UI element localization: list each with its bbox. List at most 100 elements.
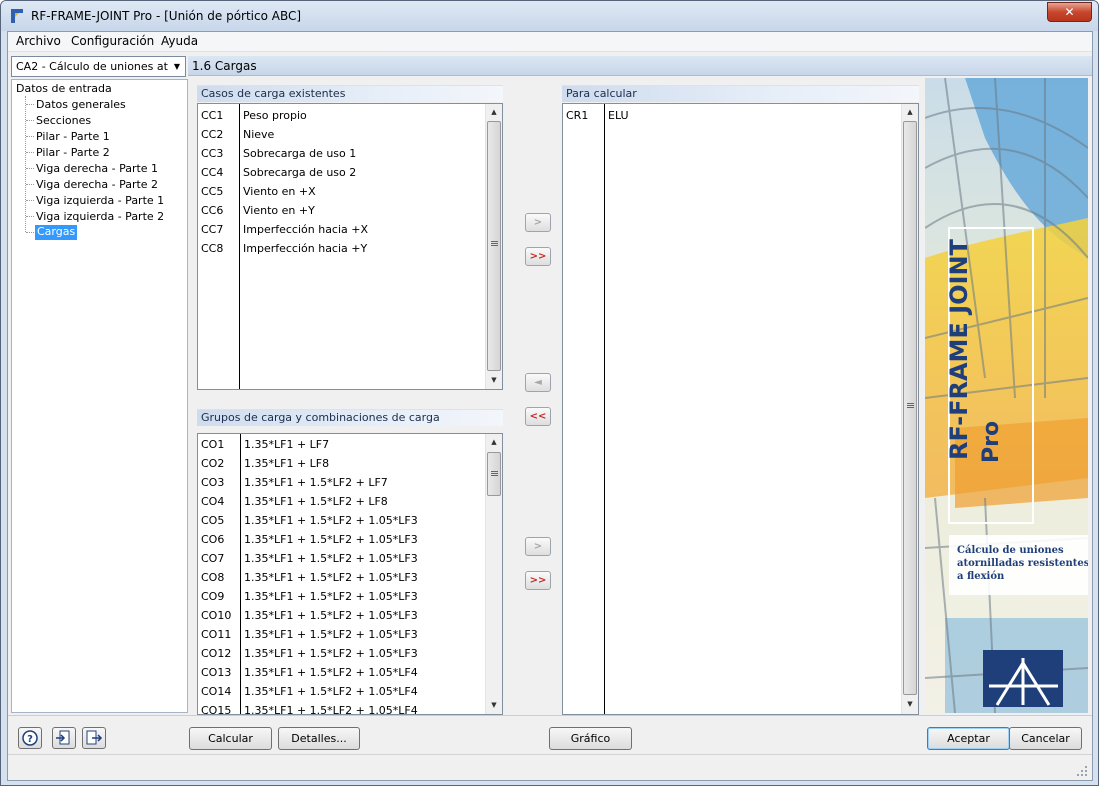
section-title: 1.6 Cargas xyxy=(192,59,257,73)
tree-item-viga-izquierda-parte-1[interactable]: Viga izquierda - Parte 1 xyxy=(36,194,164,207)
tree-item-secciones[interactable]: Secciones xyxy=(36,114,91,127)
product-banner-image: RF-FRAME JOINT Pro Cálculo de uniones at… xyxy=(925,78,1088,713)
cancelar-button[interactable]: Cancelar xyxy=(1009,727,1082,750)
export-button[interactable] xyxy=(82,727,106,749)
aceptar-button[interactable]: Aceptar xyxy=(927,727,1010,750)
vertical-scrollbar[interactable]: ▲ ▼ xyxy=(901,104,918,714)
tree-connector xyxy=(26,184,34,185)
list-item[interactable]: CO5 1.35*LF1 + 1.5*LF2 + 1.05*LF3 xyxy=(198,511,486,530)
product-caption: Cálculo de uniones atornilladas resisten… xyxy=(957,544,1088,583)
scroll-thumb[interactable] xyxy=(487,452,501,496)
menu-bar: Archivo Configuración Ayuda xyxy=(8,32,1092,52)
tree-connector xyxy=(26,120,34,121)
help-button[interactable]: ? xyxy=(18,727,42,749)
add-all-button[interactable]: >> xyxy=(525,247,551,266)
list-item[interactable]: CC4 Sobrecarga de uso 2 xyxy=(198,163,486,182)
caption-line-3: a flexión xyxy=(957,571,1005,582)
export-icon xyxy=(86,730,103,745)
scroll-down-icon[interactable]: ▼ xyxy=(486,372,502,389)
remove-selected-button[interactable]: ◄ xyxy=(525,373,551,392)
scroll-down-icon[interactable]: ▼ xyxy=(902,696,918,713)
list-item[interactable]: CC8 Imperfección hacia +Y xyxy=(198,239,486,258)
to-calculate-list[interactable]: CR1 ELU ▲ ▼ xyxy=(562,103,919,715)
list-item[interactable]: CO14 1.35*LF1 + 1.5*LF2 + 1.05*LF4 xyxy=(198,682,486,701)
list-item[interactable]: CO15 1.35*LF1 + 1.5*LF2 + 1.05*LF4 xyxy=(198,701,486,714)
scroll-thumb[interactable] xyxy=(487,121,501,371)
section-header: 1.6 Cargas xyxy=(188,56,1092,76)
existing-cases-title: Casos de carga existentes xyxy=(201,87,346,100)
title-bar[interactable]: RF-FRAME-JOINT Pro - [Unión de pórtico A… xyxy=(1,1,1098,31)
scroll-down-icon[interactable]: ▼ xyxy=(486,697,502,714)
tree-connector xyxy=(25,96,26,232)
existing-cases-list[interactable]: CC1 Peso propio CC2 Nieve CC3 Sobrecarga de… xyxy=(197,103,503,390)
tree-item-viga-derecha-parte-2[interactable]: Viga derecha - Parte 2 xyxy=(36,178,158,191)
list-item[interactable]: CO13 1.35*LF1 + 1.5*LF2 + 1.05*LF4 xyxy=(198,663,486,682)
list-item[interactable]: CO2 1.35*LF1 + LF8 xyxy=(198,454,486,473)
list-item[interactable]: CO7 1.35*LF1 + 1.5*LF2 + 1.05*LF3 xyxy=(198,549,486,568)
tree-connector xyxy=(26,200,34,201)
caption-line-1: Cálculo de uniones xyxy=(957,545,1064,556)
menu-ayuda[interactable]: Ayuda xyxy=(161,34,198,48)
list-item[interactable]: CO9 1.35*LF1 + 1.5*LF2 + 1.05*LF3 xyxy=(198,587,486,606)
dialog-body: Archivo Configuración Ayuda CA2 - Cálcul… xyxy=(7,31,1093,781)
list-item[interactable]: CC5 Viento en +X xyxy=(198,182,486,201)
list-item[interactable]: CO10 1.35*LF1 + 1.5*LF2 + 1.05*LF3 xyxy=(198,606,486,625)
svg-text:?: ? xyxy=(27,734,33,745)
existing-cases-header: Casos de carga existentes xyxy=(197,85,503,102)
list-item[interactable]: CC3 Sobrecarga de uso 1 xyxy=(198,144,486,163)
list-item[interactable]: CC1 Peso propio xyxy=(198,106,486,125)
list-item[interactable]: CO11 1.35*LF1 + 1.5*LF2 + 1.05*LF3 xyxy=(198,625,486,644)
close-button[interactable]: ✕ xyxy=(1047,2,1092,22)
menu-configuracion[interactable]: Configuración xyxy=(71,34,154,48)
menu-archivo[interactable]: Archivo xyxy=(16,34,61,48)
caption-line-2: atornilladas resistentes xyxy=(957,558,1088,569)
list-item[interactable]: CO3 1.35*LF1 + 1.5*LF2 + LF7 xyxy=(198,473,486,492)
grafico-button[interactable]: Gráfico xyxy=(549,727,632,750)
scroll-up-icon[interactable]: ▲ xyxy=(902,104,918,121)
scroll-up-icon[interactable]: ▲ xyxy=(486,104,502,121)
calcular-button[interactable]: Calcular xyxy=(189,727,272,750)
combinations-list[interactable]: CO1 1.35*LF1 + LF7 CO2 1.35*LF1 + LF8 CO3 1… xyxy=(197,433,503,715)
remove-all-button[interactable]: << xyxy=(525,407,551,426)
application-window: RF-FRAME-JOINT Pro - [Unión de pórtico A… xyxy=(0,0,1099,786)
list-item[interactable]: CO8 1.35*LF1 + 1.5*LF2 + 1.05*LF3 xyxy=(198,568,486,587)
combinations-title: Grupos de carga y combinaciones de carga xyxy=(201,411,440,424)
vertical-scrollbar[interactable]: ▲ ▼ xyxy=(485,434,502,714)
tree-item-viga-derecha-parte-1[interactable]: Viga derecha - Parte 1 xyxy=(36,162,158,175)
add-selected-button[interactable]: > xyxy=(525,213,551,232)
help-icon: ? xyxy=(22,730,38,746)
list-item[interactable]: CC2 Nieve xyxy=(198,125,486,144)
list-item[interactable]: CR1 ELU xyxy=(563,106,901,125)
tree-item-pilar-parte-2[interactable]: Pilar - Parte 2 xyxy=(36,146,110,159)
tree-root-datos-de-entrada[interactable]: Datos de entrada xyxy=(16,82,112,95)
divider xyxy=(8,715,1092,716)
scroll-up-icon[interactable]: ▲ xyxy=(486,434,502,451)
add-selected-combo-button[interactable]: > xyxy=(525,537,551,556)
resize-grip-icon[interactable] xyxy=(1074,763,1088,777)
tree-item-cargas[interactable]: Cargas xyxy=(35,225,78,240)
scroll-thumb[interactable] xyxy=(903,121,917,695)
tree-connector xyxy=(26,152,34,153)
case-selector-dropdown[interactable]: CA2 - Cálculo de uniones atorni ▼ xyxy=(11,56,186,77)
tree-item-viga-izquierda-parte-2[interactable]: Viga izquierda - Parte 2 xyxy=(36,210,164,223)
list-item[interactable]: CO12 1.35*LF1 + 1.5*LF2 + 1.05*LF3 xyxy=(198,644,486,663)
add-all-combo-button[interactable]: >> xyxy=(525,571,551,590)
list-item[interactable]: CO4 1.35*LF1 + 1.5*LF2 + LF8 xyxy=(198,492,486,511)
vertical-scrollbar[interactable]: ▲ ▼ xyxy=(485,104,502,389)
list-item[interactable]: CC7 Imperfección hacia +X xyxy=(198,220,486,239)
list-item[interactable]: CC6 Viento en +Y xyxy=(198,201,486,220)
list-item[interactable]: CO6 1.35*LF1 + 1.5*LF2 + 1.05*LF3 xyxy=(198,530,486,549)
column-separator xyxy=(604,104,605,714)
combinations-header: Grupos de carga y combinaciones de carga xyxy=(197,409,503,426)
import-icon xyxy=(56,730,70,745)
tree-item-pilar-parte-1[interactable]: Pilar - Parte 1 xyxy=(36,130,110,143)
detalles-button[interactable]: Detalles... xyxy=(278,727,360,750)
tree-item-datos-generales[interactable]: Datos generales xyxy=(36,98,126,111)
chevron-down-icon[interactable]: ▼ xyxy=(170,59,184,74)
navigation-tree: Datos de entrada Datos generales Seccion… xyxy=(11,79,188,713)
status-bar xyxy=(8,754,1092,780)
import-button[interactable] xyxy=(52,727,76,749)
list-item[interactable]: CO1 1.35*LF1 + LF7 xyxy=(198,435,486,454)
window-title: RF-FRAME-JOINT Pro - [Unión de pórtico A… xyxy=(31,9,302,23)
tree-connector xyxy=(26,216,34,217)
